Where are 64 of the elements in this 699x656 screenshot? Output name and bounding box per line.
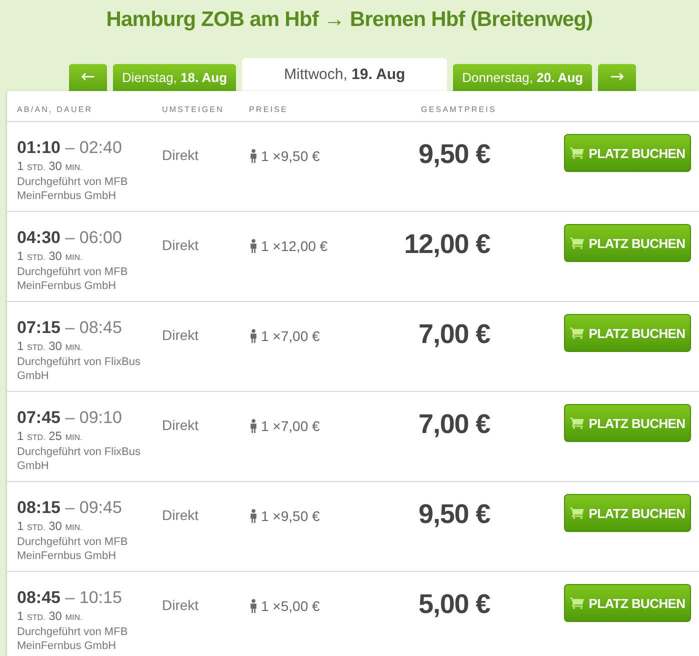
- cart-icon: [570, 417, 584, 429]
- time-range: 08:15 – 09:45: [17, 497, 123, 519]
- operator-name: Durchgeführt von FlixBus GmbH: [17, 445, 142, 473]
- total-price: 9,50 €: [418, 498, 490, 531]
- duration: 1 STD. 30 MIN.: [17, 249, 84, 265]
- date-tab[interactable]: Dienstag, 18. Aug: [113, 64, 236, 91]
- person-icon: [249, 599, 258, 613]
- operator-name: Durchgeführt von MFB MeinFernbus GmbH: [17, 625, 129, 653]
- time-range: 01:10 – 02:40: [17, 137, 123, 159]
- duration: 1 STD. 30 MIN.: [17, 609, 84, 625]
- transfers-text: Direkt: [162, 596, 200, 615]
- cart-icon: [570, 147, 584, 159]
- book-seat-button[interactable]: PLATZ BUCHEN: [564, 584, 691, 622]
- fare-text: 1 ×9,50 €: [261, 148, 320, 164]
- time-range: 07:45 – 09:10: [17, 407, 123, 429]
- total-price: 9,50 €: [418, 138, 490, 171]
- cart-icon: [570, 507, 584, 519]
- operator-name: Durchgeführt von MFB MeinFernbus GmbH: [17, 265, 129, 293]
- column-header: GESAMTPREIS: [421, 105, 496, 115]
- person-icon: [249, 509, 258, 523]
- person-icon: [249, 419, 258, 433]
- duration: 1 STD. 30 MIN.: [17, 339, 84, 355]
- column-header: UMSTEIGEN: [162, 105, 224, 115]
- column-header: AB/AN, DAUER: [17, 105, 93, 115]
- duration: 1 STD. 30 MIN.: [17, 519, 84, 535]
- transfers-text: Direkt: [162, 236, 200, 255]
- transfers-text: Direkt: [162, 416, 200, 435]
- book-seat-button[interactable]: PLATZ BUCHEN: [564, 134, 691, 172]
- fare-text: 1 ×9,50 €: [261, 508, 320, 524]
- cart-icon: [570, 237, 584, 249]
- previous-day-button[interactable]: ←: [69, 64, 107, 91]
- total-price: 5,00 €: [418, 588, 490, 621]
- person-icon: [249, 329, 258, 343]
- cart-icon: [570, 597, 584, 609]
- duration: 1 STD. 30 MIN.: [17, 159, 84, 175]
- operator-name: Durchgeführt von MFB MeinFernbus GmbH: [17, 535, 129, 563]
- transfers-text: Direkt: [162, 326, 200, 345]
- person-icon: [249, 239, 258, 253]
- fare-text: 1 ×5,00 €: [261, 598, 320, 614]
- operator-name: Durchgeführt von FlixBus GmbH: [17, 355, 142, 383]
- time-range: 07:15 – 08:45: [17, 317, 123, 339]
- fare-text: 1 ×7,00 €: [261, 328, 320, 344]
- book-seat-button[interactable]: PLATZ BUCHEN: [564, 404, 691, 442]
- duration: 1 STD. 25 MIN.: [17, 429, 84, 445]
- transfers-text: Direkt: [162, 146, 200, 165]
- fare-text: 1 ×12,00 €: [261, 238, 328, 254]
- page-title: Hamburg ZOB am Hbf → Bremen Hbf (Breitenweg): [105, 7, 594, 33]
- book-seat-button[interactable]: PLATZ BUCHEN: [564, 314, 691, 352]
- total-price: 7,00 €: [418, 318, 490, 351]
- time-range: 04:30 – 06:00: [17, 227, 123, 249]
- person-icon: [249, 149, 258, 163]
- date-tab[interactable]: Donnerstag, 20. Aug: [453, 64, 592, 91]
- next-day-button[interactable]: →: [598, 64, 636, 91]
- time-range: 08:45 – 10:15: [17, 587, 123, 609]
- book-seat-button[interactable]: PLATZ BUCHEN: [564, 494, 691, 532]
- operator-name: Durchgeführt von MFB MeinFernbus GmbH: [17, 175, 129, 203]
- transfers-text: Direkt: [162, 506, 200, 525]
- cart-icon: [570, 327, 584, 339]
- total-price: 7,00 €: [418, 408, 490, 441]
- total-price: 12,00 €: [403, 228, 490, 261]
- column-header: PREISE: [249, 105, 288, 115]
- date-tab[interactable]: Mittwoch, 19. Aug: [242, 58, 448, 91]
- book-seat-button[interactable]: PLATZ BUCHEN: [564, 224, 691, 262]
- fare-text: 1 ×7,00 €: [261, 418, 320, 434]
